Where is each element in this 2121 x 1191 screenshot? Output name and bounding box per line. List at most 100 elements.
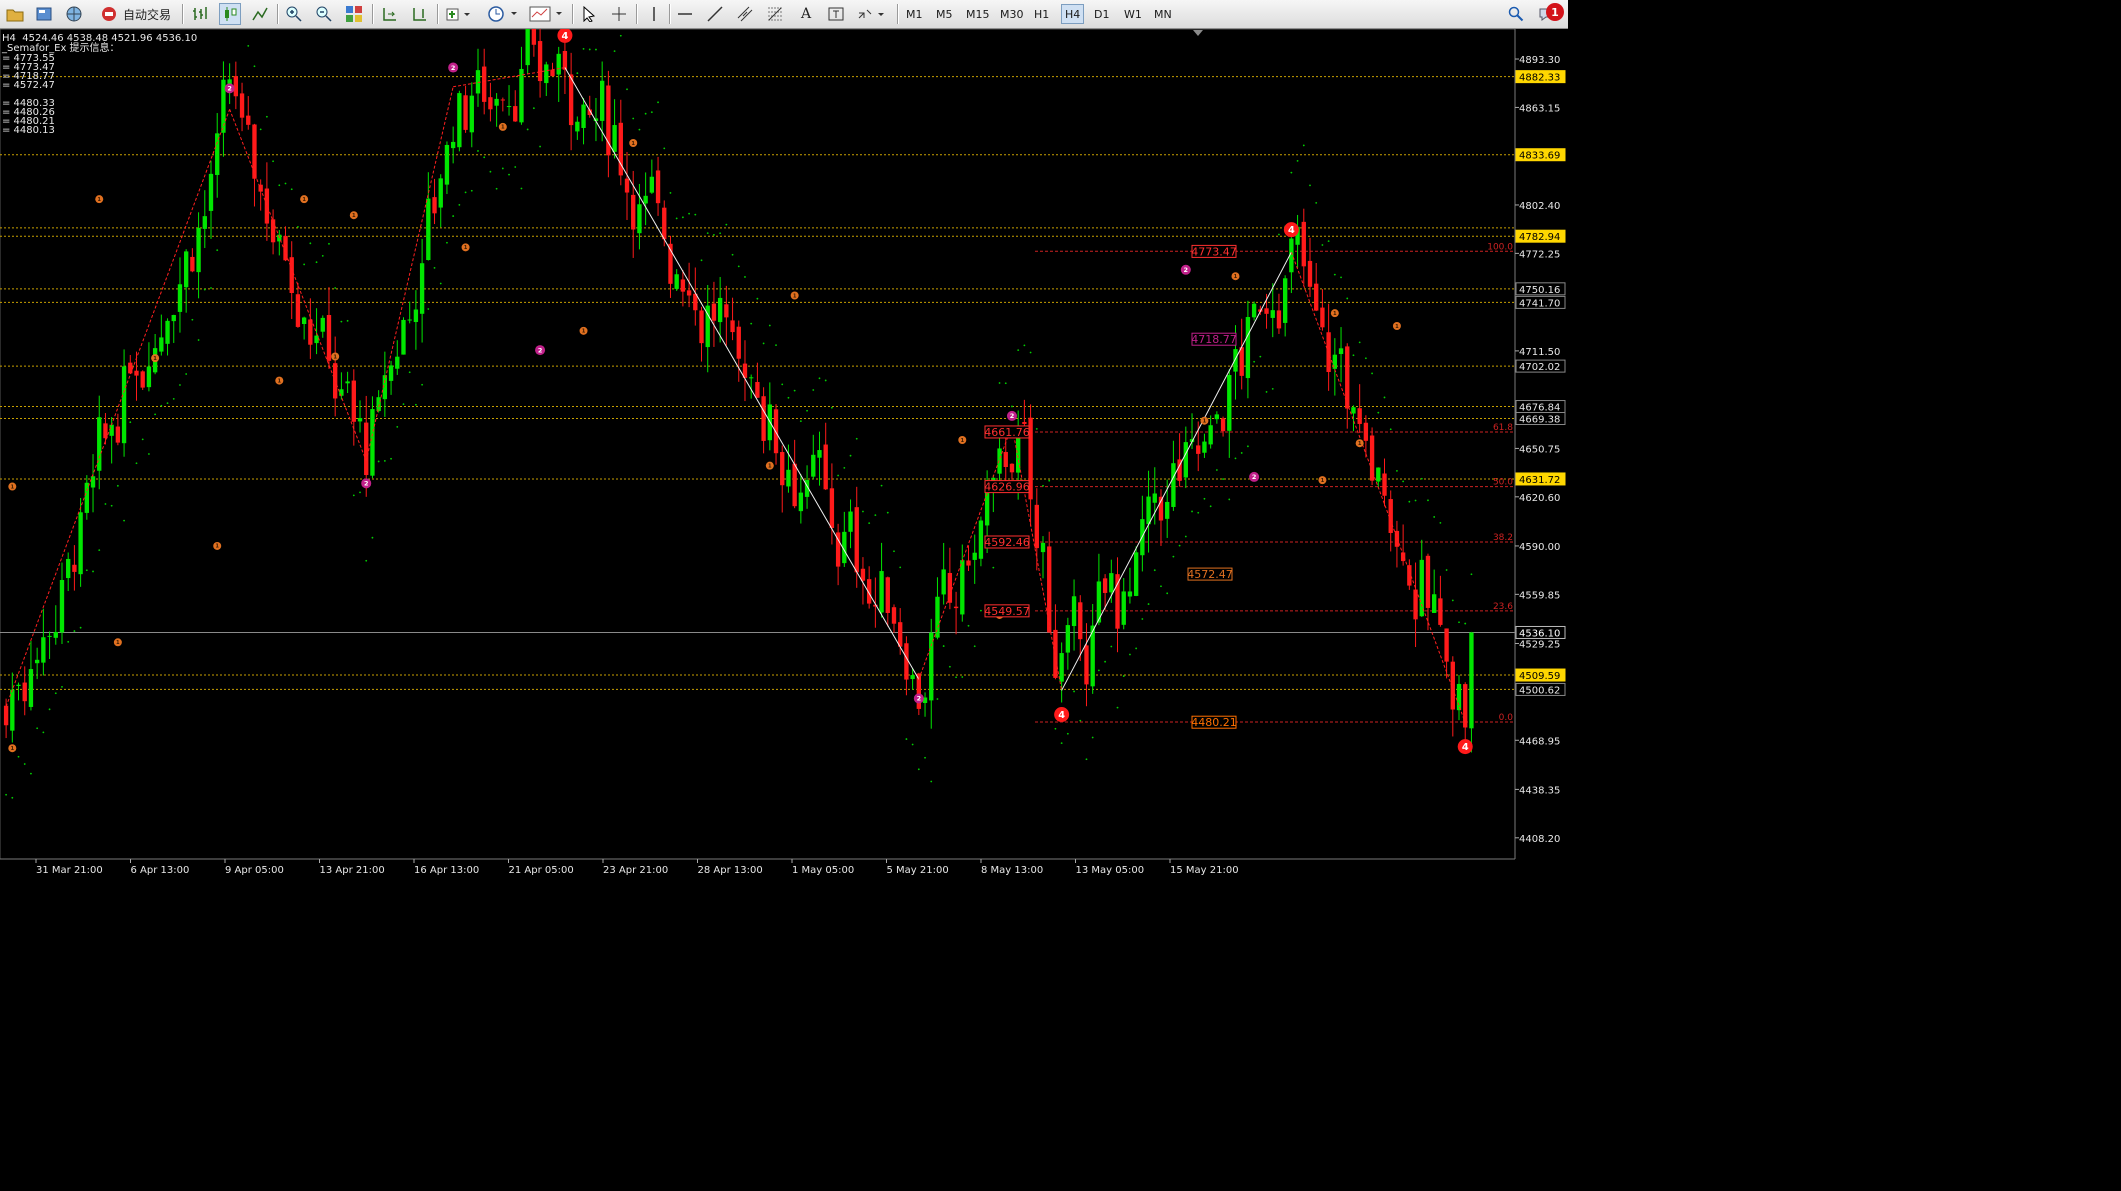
timeframe-w1[interactable]: W1	[1121, 4, 1145, 24]
psar-dot	[1383, 396, 1386, 399]
price-chart[interactable]: 100.0 61.8 50.0 38.2 23.6 0.0 2 2 2 4 2 2 2 4 2 4 2 4 1 1 1 1…	[0, 29, 1568, 880]
psar-dot	[719, 232, 722, 235]
candle-body	[1171, 463, 1176, 507]
timeframe-m5[interactable]: M5	[933, 4, 956, 24]
chart-shift-icon[interactable]	[409, 3, 431, 25]
candle-body	[283, 235, 288, 261]
psar-dot	[1035, 427, 1038, 430]
time-tick-label: 21 Apr 05:00	[509, 865, 574, 876]
timeframe-m15[interactable]: M15	[963, 4, 993, 24]
horizontal-line-icon[interactable]	[674, 3, 696, 25]
price-box-text: 4480.21	[1191, 716, 1237, 729]
psar-dot	[514, 166, 517, 168]
timeframe-h1[interactable]: H1	[1031, 4, 1052, 24]
timeframe-m1[interactable]: M1	[903, 4, 926, 24]
bar-chart-icon[interactable]	[189, 3, 211, 25]
psar-dot	[619, 34, 622, 37]
candle-body	[444, 144, 450, 185]
candle-body	[978, 520, 984, 559]
new-indicator-dropdown-icon[interactable]	[444, 3, 474, 25]
chart-canvas[interactable]: 100.0 61.8 50.0 38.2 23.6 0.0 2 2 2 4 2 2 2 4 2 4 2 4 1 1 1 1…	[0, 29, 1568, 880]
main-toolbar: 自动交易 A M1 M5 M15 M30 H1 H4 D1 W1 MN 1	[0, 0, 1568, 29]
time-tick-label: 31 Mar 21:00	[36, 865, 103, 876]
candle-body	[3, 705, 9, 726]
price-box-text: 4572.47	[1187, 568, 1233, 581]
candle-body	[1264, 308, 1269, 314]
candle-body	[1084, 645, 1089, 685]
crosshair-icon[interactable]	[608, 3, 630, 25]
semafor-level-1-number: 1	[215, 544, 219, 550]
psar-dot	[1166, 592, 1169, 595]
alert-count-badge[interactable]: 1	[1546, 3, 1564, 21]
psar-dot	[129, 421, 132, 424]
zoom-out-icon[interactable]	[313, 3, 335, 25]
fibonacci-retracement-icon[interactable]	[764, 3, 786, 25]
candle-body	[326, 315, 332, 361]
timeframe-mn[interactable]: MN	[1151, 4, 1175, 24]
timeframe-m30[interactable]: M30	[997, 4, 1027, 24]
semafor-level-1-number: 1	[1203, 419, 1207, 425]
fib-level-label: 50.0	[1493, 478, 1513, 488]
channel-icon[interactable]	[734, 3, 756, 25]
candle-body	[929, 632, 934, 701]
open-folder-icon[interactable]	[4, 3, 26, 25]
candle-body	[401, 319, 406, 355]
candlestick-chart-icon[interactable]	[219, 3, 241, 25]
level-price-text: 4509.59	[1519, 671, 1560, 682]
psar-dot	[588, 48, 591, 51]
candle-body	[848, 511, 853, 532]
psar-dot	[725, 223, 728, 226]
candle-body	[662, 207, 667, 240]
candle-body	[1425, 555, 1431, 608]
psar-dot	[942, 645, 945, 647]
zoom-in-icon[interactable]	[283, 3, 305, 25]
timeframe-d1[interactable]: D1	[1091, 4, 1112, 24]
profiles-icon[interactable]	[33, 3, 55, 25]
period-clock-dropdown-icon[interactable]	[485, 3, 521, 25]
psar-dot	[905, 738, 908, 740]
candle-body	[953, 606, 959, 609]
psar-dot	[837, 474, 840, 477]
psar-dot	[1066, 732, 1069, 735]
candle-body	[22, 682, 27, 702]
psar-dot	[371, 536, 374, 539]
semafor-level-1-number: 1	[793, 293, 797, 299]
semafor-level-1-number: 1	[116, 640, 120, 646]
auto-trading-button[interactable]: 自动交易	[94, 3, 176, 25]
level-price-text: 4782.94	[1519, 232, 1560, 243]
psar-dot	[613, 50, 616, 52]
trendline-icon[interactable]	[704, 3, 726, 25]
candle-body	[1338, 348, 1344, 355]
candle-body	[1282, 278, 1288, 323]
psar-dot	[669, 192, 672, 194]
candle-body	[860, 568, 866, 581]
psar-dot	[632, 117, 635, 120]
candle-body	[885, 577, 890, 613]
search-icon[interactable]	[1505, 3, 1527, 25]
level-price-text: 4669.38	[1519, 415, 1560, 426]
psar-dot	[681, 216, 684, 219]
text-label-icon[interactable]	[825, 3, 847, 25]
auto-scroll-icon[interactable]	[379, 3, 401, 25]
candle-body	[966, 560, 971, 566]
psar-dot	[464, 191, 467, 194]
psar-dot	[1222, 478, 1224, 480]
psar-dot	[818, 377, 821, 380]
timeframe-h4[interactable]: H4	[1061, 4, 1085, 24]
candle-body	[1034, 504, 1039, 549]
text-tool-icon[interactable]: A	[795, 3, 817, 25]
tile-windows-icon[interactable]	[343, 3, 365, 25]
vertical-line-icon[interactable]	[643, 3, 665, 25]
price-box-text: 4549.57	[984, 605, 1030, 618]
cursor-arrow-icon[interactable]	[578, 3, 600, 25]
templates-dropdown-icon[interactable]	[528, 3, 566, 25]
candle-body	[1456, 683, 1462, 711]
psar-dot	[303, 263, 306, 266]
arrows-dropdown-icon[interactable]	[855, 3, 889, 25]
line-chart-icon[interactable]	[249, 3, 271, 25]
market-watch-globe-icon[interactable]	[63, 3, 85, 25]
psar-dot	[1091, 736, 1094, 739]
psar-dot	[1451, 599, 1454, 602]
psar-dot	[713, 233, 715, 236]
psar-dot	[278, 184, 281, 187]
